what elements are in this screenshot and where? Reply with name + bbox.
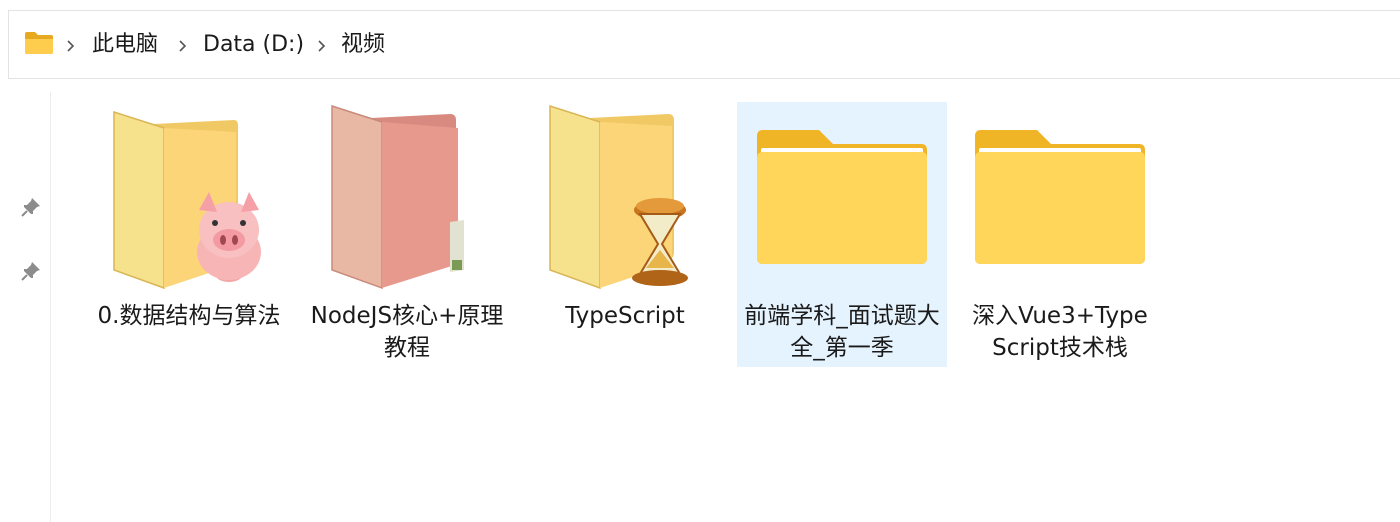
breadcrumb-drive[interactable]: Data (D:) <box>203 31 304 59</box>
folder-item[interactable]: NodeJS核心+原理教程 <box>302 92 512 392</box>
folder-item[interactable]: 深入Vue3+TypeScript技术栈 <box>955 92 1165 392</box>
folder-with-hourglass-icon <box>520 92 730 296</box>
red-folder-icon <box>302 92 512 296</box>
breadcrumb-this-pc[interactable]: 此电脑 <box>92 31 158 59</box>
pin-icon[interactable] <box>20 260 42 286</box>
folder-icon <box>955 92 1165 296</box>
folder-item-selected[interactable]: 前端学科_面试题大全_第一季 <box>737 92 947 392</box>
folder-icon <box>737 92 947 296</box>
folder-with-pig-icon <box>84 92 294 296</box>
navigation-pane <box>0 92 51 522</box>
file-name: 深入Vue3+TypeScript技术栈 <box>972 303 1148 361</box>
folder-icon <box>24 31 54 59</box>
file-name: 前端学科_面试题大全_第一季 <box>744 303 940 361</box>
pin-icon[interactable] <box>20 196 42 222</box>
chevron-right-icon[interactable] <box>178 38 187 57</box>
folder-item[interactable]: 0.数据结构与算法 <box>84 92 294 392</box>
breadcrumb-videos[interactable]: 视频 <box>341 31 385 59</box>
file-name: TypeScript <box>565 303 685 329</box>
file-name: 0.数据结构与算法 <box>97 303 281 329</box>
file-name: NodeJS核心+原理教程 <box>310 303 504 361</box>
chevron-right-icon[interactable] <box>66 38 75 57</box>
chevron-right-icon[interactable] <box>317 38 326 57</box>
folder-item[interactable]: TypeScript <box>520 92 730 392</box>
